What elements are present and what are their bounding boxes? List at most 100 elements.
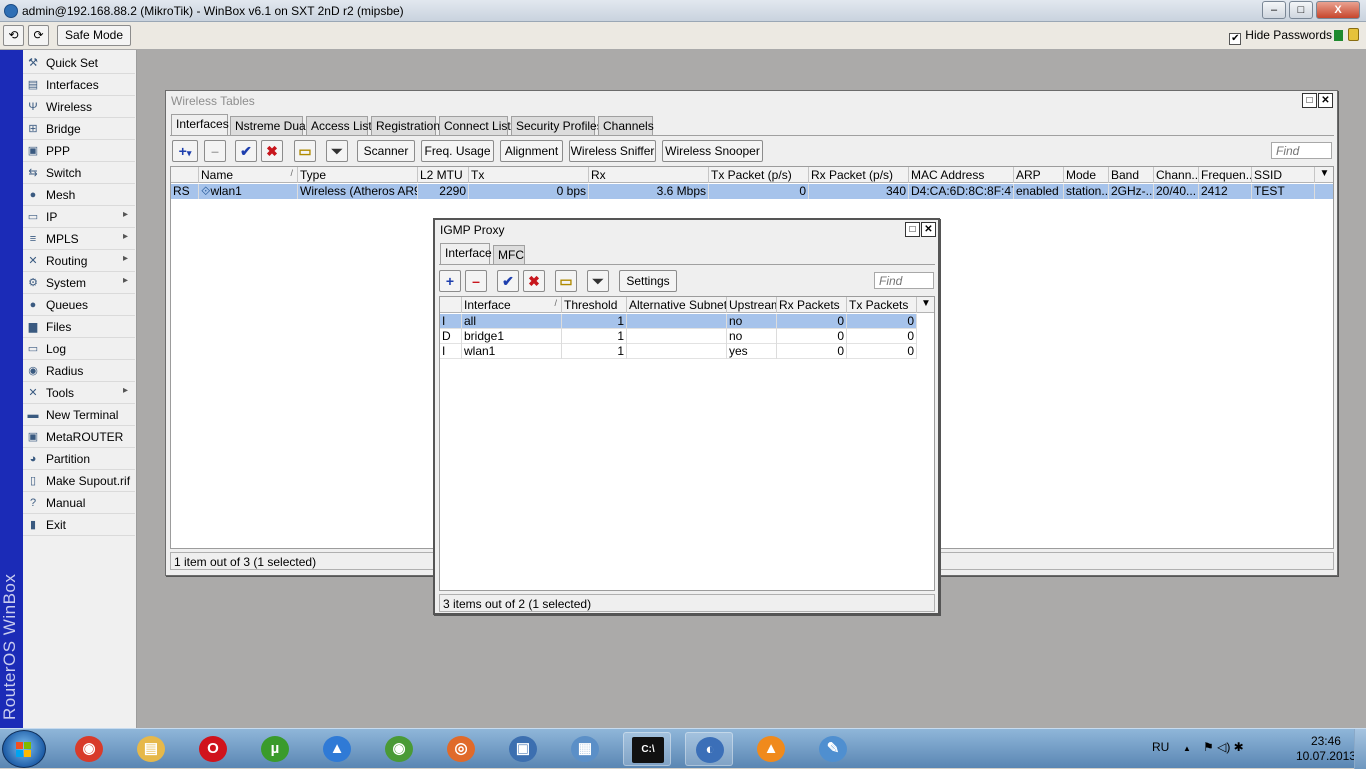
col-interface[interactable]: Interface / — [462, 297, 562, 313]
undo-button[interactable]: ⟲ — [3, 25, 24, 46]
sidebar-item-log[interactable]: ▭ Log — [23, 338, 135, 360]
igmp-comment-button[interactable]: ▭ — [555, 270, 577, 292]
col-arp[interactable]: ARP — [1014, 167, 1064, 183]
taskbar-drive-button[interactable]: ▲ — [313, 732, 361, 766]
minimize-button[interactable]: – — [1262, 1, 1286, 19]
taskbar-network-button[interactable]: ▣ — [499, 732, 547, 766]
tab-mfc[interactable]: MFC — [493, 245, 525, 265]
sidebar-item-new-terminal[interactable]: ▬ New Terminal — [23, 404, 135, 426]
sidebar-item-quick-set[interactable]: ⚒ Quick Set — [23, 52, 135, 74]
sidebar-item-make-supout-rif[interactable]: ▯ Make Supout.rif — [23, 470, 135, 492]
maximize-button[interactable]: □ — [1289, 1, 1313, 19]
col-frequency[interactable]: Frequen... — [1199, 167, 1252, 183]
igmp-find-input[interactable] — [874, 272, 934, 289]
taskbar-terminal-button[interactable]: C:\ — [623, 732, 671, 766]
wireless-find-input[interactable] — [1271, 142, 1332, 159]
taskbar-winbox-button[interactable]: ◐ — [685, 732, 733, 766]
freq-usage-button[interactable]: Freq. Usage — [421, 140, 494, 162]
taskbar-chrome-button[interactable]: ◉ — [65, 732, 113, 766]
filter-button[interactable]: ⏷ — [326, 140, 348, 162]
table-row[interactable]: RS ⟐wlan1 Wireless (Atheros AR9... 2290 … — [171, 184, 1333, 199]
col-tx-packet[interactable]: Tx Packet (p/s) — [709, 167, 809, 183]
taskbar-opera-button[interactable]: O — [189, 732, 237, 766]
col-rx[interactable]: Rx — [589, 167, 709, 183]
tab-security-profiles[interactable]: Security Profiles — [511, 116, 603, 136]
igmp-filter-button[interactable]: ⏷ — [587, 270, 609, 292]
table-row[interactable]: Iall 1 no 0 0 — [440, 314, 917, 329]
col-tx-packets[interactable]: Tx Packets — [847, 297, 917, 313]
sidebar-item-metarouter[interactable]: ▣ MetaROUTER — [23, 426, 135, 448]
igmp-remove-button[interactable]: – — [465, 270, 487, 292]
taskbar-remote-desktop-button[interactable]: ▦ — [561, 732, 609, 766]
sidebar-item-tools[interactable]: ✕ Tools ▸ — [23, 382, 135, 404]
igmp-close-button[interactable]: ✕ — [921, 222, 936, 237]
comment-button[interactable]: ▭ — [294, 140, 316, 162]
tray-status-icons[interactable]: ⚑ ◁) ✱ — [1203, 740, 1244, 754]
taskbar-app-swirl-button[interactable]: ◎ — [437, 732, 485, 766]
show-desktop-button[interactable] — [1354, 729, 1366, 769]
sidebar-item-wireless[interactable]: Ψ Wireless — [23, 96, 135, 118]
scanner-button[interactable]: Scanner — [357, 140, 415, 162]
table-row[interactable]: Iwlan1 1 yes 0 0 — [440, 344, 917, 359]
taskbar-chrome-canary-button[interactable]: ◉ — [375, 732, 423, 766]
sidebar-item-mpls[interactable]: ≡ MPLS ▸ — [23, 228, 135, 250]
alignment-button[interactable]: Alignment — [500, 140, 563, 162]
igmp-disable-button[interactable]: ✖ — [523, 270, 545, 292]
taskbar-utorrent-button[interactable]: µ — [251, 732, 299, 766]
tab-channels[interactable]: Channels — [598, 116, 654, 136]
clock[interactable]: 23:46 10.07.2013 — [1296, 734, 1356, 764]
col-ssid[interactable]: SSID — [1252, 167, 1315, 183]
taskbar-explorer-button[interactable]: ▤ — [127, 732, 175, 766]
enable-button[interactable]: ✔ — [235, 140, 257, 162]
sidebar-item-manual[interactable]: ? Manual — [23, 492, 135, 514]
col-name[interactable]: Name / — [199, 167, 298, 183]
taskbar-paint-button[interactable]: ✎ — [809, 732, 857, 766]
igmp-maximize-button[interactable]: □ — [905, 222, 920, 237]
remove-button[interactable]: – — [204, 140, 226, 162]
col-tx[interactable]: Tx — [469, 167, 589, 183]
hide-passwords-checkbox[interactable]: ✔ — [1229, 33, 1242, 45]
tab-access-list[interactable]: Access List — [306, 116, 372, 136]
start-button[interactable] — [2, 730, 46, 768]
hide-passwords-toggle[interactable]: ✔ Hide Passwords — [1229, 28, 1332, 45]
sidebar-item-bridge[interactable]: ⊞ Bridge — [23, 118, 135, 140]
sidebar-item-files[interactable]: ▆ Files — [23, 316, 135, 338]
safe-mode-button[interactable]: Safe Mode — [57, 25, 131, 46]
taskbar-vlc-button[interactable]: ▲ — [747, 732, 795, 766]
col-l2mtu[interactable]: L2 MTU — [418, 167, 469, 183]
sidebar-item-queues[interactable]: ● Queues — [23, 294, 135, 316]
col-threshold[interactable]: Threshold — [562, 297, 627, 313]
sidebar-item-partition[interactable]: ◕ Partition — [23, 448, 135, 470]
sidebar-item-ip[interactable]: ▭ IP ▸ — [23, 206, 135, 228]
redo-button[interactable]: ⟳ — [28, 25, 49, 46]
tab-registration[interactable]: Registration — [371, 116, 440, 136]
tab-nstreme-dual[interactable]: Nstreme Dual — [230, 116, 308, 136]
sidebar-item-interfaces[interactable]: ▤ Interfaces — [23, 74, 135, 96]
column-menu-icon[interactable]: ▼ — [1315, 167, 1333, 183]
col-rx-packets[interactable]: Rx Packets — [777, 297, 847, 313]
tab-connect-list[interactable]: Connect List — [439, 116, 511, 136]
tray-expand-icon[interactable]: ▲ — [1183, 744, 1191, 753]
sidebar-item-system[interactable]: ⚙ System ▸ — [23, 272, 135, 294]
col-upstream[interactable]: Upstream — [727, 297, 777, 313]
sidebar-item-exit[interactable]: ▮ Exit — [23, 514, 135, 536]
igmp-enable-button[interactable]: ✔ — [497, 270, 519, 292]
wireless-sniffer-button[interactable]: Wireless Sniffer — [569, 140, 656, 162]
igmp-add-button[interactable]: + — [439, 270, 461, 292]
col-mode[interactable]: Mode — [1064, 167, 1109, 183]
tab-interfaces[interactable]: Interfaces — [171, 114, 229, 136]
col-type[interactable]: Type — [298, 167, 418, 183]
language-indicator[interactable]: RU — [1152, 740, 1169, 754]
sidebar-item-ppp[interactable]: ▣ PPP — [23, 140, 135, 162]
igmp-settings-button[interactable]: Settings — [619, 270, 677, 292]
disable-button[interactable]: ✖ — [261, 140, 283, 162]
sidebar-item-switch[interactable]: ⇆ Switch — [23, 162, 135, 184]
col-mac-address[interactable]: MAC Address — [909, 167, 1014, 183]
wireless-tables-maximize-button[interactable]: □ — [1302, 93, 1317, 108]
col-rx-packet[interactable]: Rx Packet (p/s) — [809, 167, 909, 183]
add-button[interactable]: +▾ — [172, 140, 198, 162]
sidebar-item-routing[interactable]: ✕ Routing ▸ — [23, 250, 135, 272]
table-row[interactable]: Dbridge1 1 no 0 0 — [440, 329, 917, 344]
col-alternative-subnets[interactable]: Alternative Subnets — [627, 297, 727, 313]
sidebar-item-radius[interactable]: ◉ Radius — [23, 360, 135, 382]
